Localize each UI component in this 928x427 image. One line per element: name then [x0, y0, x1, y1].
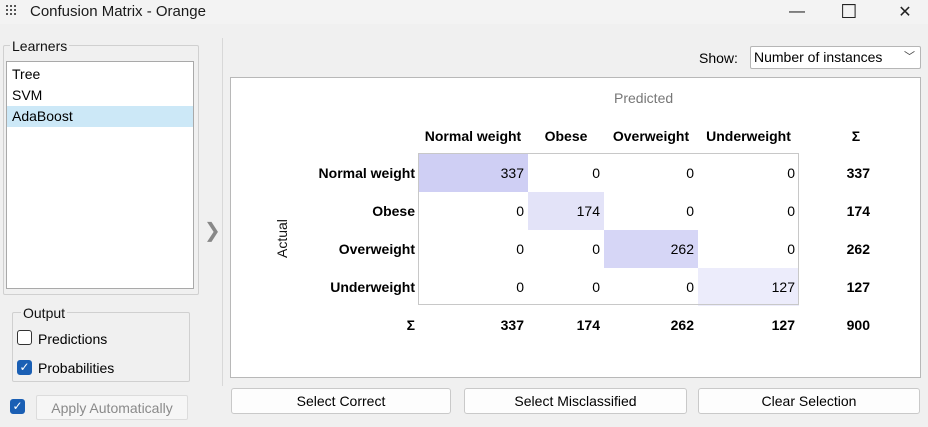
apply-automatically-button[interactable]: Apply Automatically: [36, 395, 188, 420]
close-icon[interactable]: ✕: [882, 0, 928, 24]
column-total: 337: [500, 317, 524, 333]
column-total: 174: [576, 317, 600, 333]
col-header-sum: Σ: [851, 128, 861, 144]
row-header-normal-weight: Normal weight: [318, 165, 415, 181]
output-title: Output: [21, 305, 68, 321]
col-header-underweight: Underweight: [706, 128, 791, 144]
row-total: 262: [846, 241, 870, 257]
row-header-underweight: Underweight: [330, 279, 415, 295]
col-header-normal-weight: Normal weight: [424, 128, 522, 144]
predicted-axis-label: Predicted: [614, 90, 674, 106]
clear-selection-button[interactable]: Clear Selection: [698, 388, 920, 414]
row-total: 174: [846, 203, 870, 219]
learners-list[interactable]: Tree SVM AdaBoost: [6, 61, 194, 289]
learner-item-adaboost[interactable]: AdaBoost: [7, 106, 193, 127]
title-bar: Confusion Matrix - Orange — ☐ ✕: [0, 0, 928, 24]
grand-total: 900: [846, 317, 870, 333]
learners-title: Learners: [10, 38, 70, 54]
predictions-checkbox[interactable]: [17, 330, 32, 345]
row-header-sum: Σ: [406, 317, 415, 333]
column-total: 262: [670, 317, 694, 333]
maximize-icon[interactable]: ☐: [826, 0, 872, 24]
show-select-value: Number of instances: [754, 49, 883, 65]
chevron-right-icon: ❯: [204, 220, 221, 242]
row-total: 127: [846, 279, 870, 295]
row-header-obese: Obese: [372, 203, 415, 219]
app-icon: [6, 5, 18, 17]
col-header-obese: Obese: [544, 128, 588, 144]
row-header-overweight: Overweight: [338, 241, 415, 257]
window-title: Confusion Matrix - Orange: [30, 3, 206, 20]
predictions-label: Predictions: [38, 331, 108, 347]
apply-auto-checkbox[interactable]: ✓: [10, 399, 25, 414]
column-total: 127: [771, 317, 795, 333]
learner-item-svm[interactable]: SVM: [7, 85, 193, 106]
learner-item-tree[interactable]: Tree: [7, 64, 193, 85]
show-label: Show:: [699, 50, 738, 66]
col-header-overweight: Overweight: [612, 128, 690, 144]
chevron-down-icon: ﹀: [904, 51, 915, 63]
probabilities-label: Probabilities: [38, 360, 115, 376]
probabilities-checkbox[interactable]: ✓: [17, 360, 32, 375]
select-misclassified-button[interactable]: Select Misclassified: [464, 388, 687, 414]
show-select[interactable]: Number of instances ﹀: [750, 46, 921, 69]
select-correct-button[interactable]: Select Correct: [231, 388, 451, 414]
actual-axis-label: Actual: [274, 219, 290, 258]
minimize-icon[interactable]: —: [774, 0, 820, 24]
matrix-grid-border: [418, 153, 799, 305]
row-total: 337: [846, 165, 870, 181]
